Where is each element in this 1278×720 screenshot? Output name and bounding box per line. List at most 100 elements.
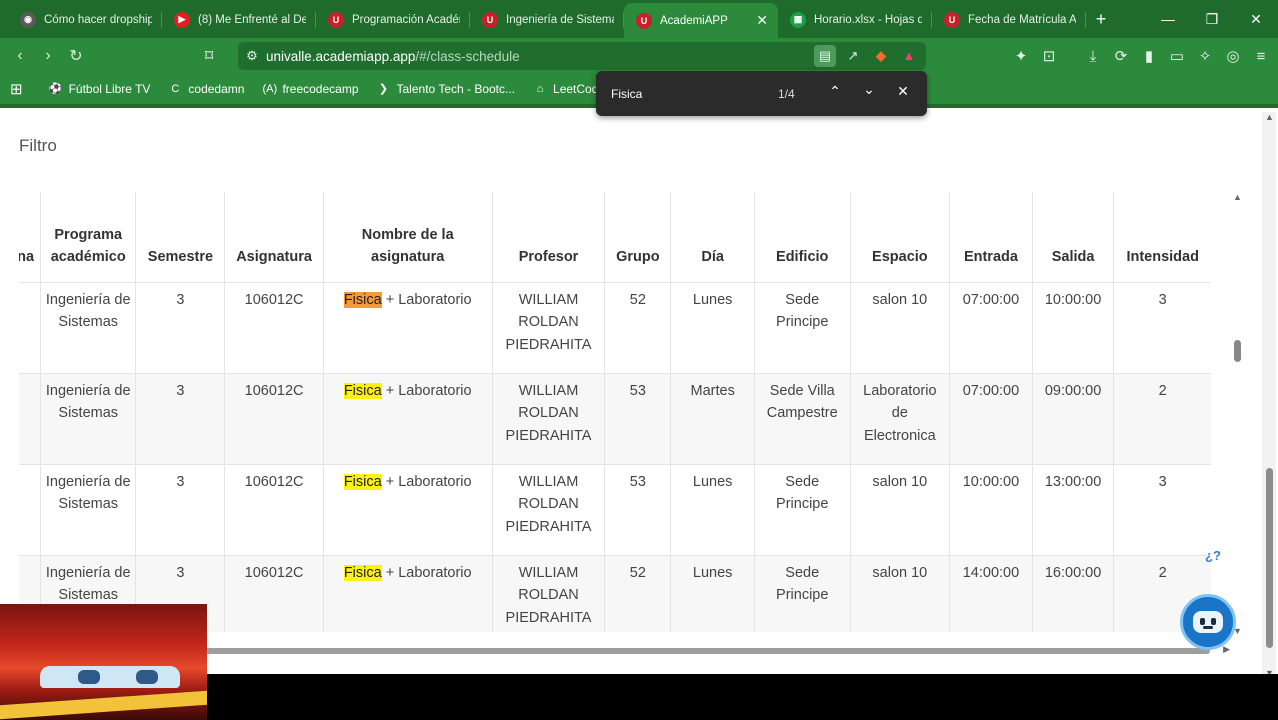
scroll-up-icon[interactable]: ▲	[1233, 192, 1242, 202]
table-horizontal-scrollbar[interactable]: ▶	[200, 644, 1230, 656]
page-scrollbar[interactable]: ▲ ▼	[1262, 112, 1276, 674]
tab-2[interactable]: U Programación Académica	[316, 3, 470, 36]
find-previous-icon[interactable]: ⌃	[825, 83, 845, 100]
reader-mode-icon[interactable]: ▤	[814, 45, 836, 67]
download-icon[interactable]: ⤓	[1084, 48, 1102, 65]
table-scroll-thumb[interactable]	[1234, 340, 1241, 362]
menu-icon[interactable]: ≡	[1252, 48, 1270, 65]
filter-label[interactable]: Filtro	[19, 136, 57, 156]
horizontal-scroll-thumb[interactable]	[200, 648, 1210, 654]
bookmark-page-icon[interactable]: ⌑	[205, 46, 213, 66]
tab-4[interactable]: U AcademiAPP ✕	[624, 3, 778, 38]
column-header[interactable]: Intensidad	[1113, 192, 1211, 282]
tab-favicon: U	[636, 12, 652, 29]
video-overlay-thumbnail	[0, 604, 207, 720]
page-content: Filtro naPrograma académicoSemestreAsign…	[0, 104, 1278, 674]
page-scroll-thumb[interactable]	[1266, 468, 1273, 648]
column-header[interactable]: Edificio	[753, 192, 851, 282]
sidebar-icon[interactable]: ▮	[1140, 47, 1158, 65]
table-cell: Fisica + Laboratorio	[322, 464, 493, 555]
table-row[interactable]: Ingeniería de Sistemas 3 106012C Fisica + L…	[19, 282, 1211, 373]
soccer-icon: ⚽	[48, 83, 63, 95]
window-controls: — ❐ ✕	[1146, 0, 1278, 38]
table-cell: 10:00:00	[1031, 282, 1114, 373]
bookmark-item[interactable]: ⌂ LeetCode	[533, 82, 605, 96]
address-bar[interactable]: ⚙ univalle.academiapp.app/#/class-schedu…	[238, 42, 926, 70]
table-cell: Sede Principe	[753, 282, 851, 373]
minimize-button[interactable]: —	[1146, 0, 1190, 38]
share-icon[interactable]: ↗	[842, 45, 864, 67]
close-window-button[interactable]: ✕	[1234, 0, 1278, 38]
tab-0[interactable]: ◉ Cómo hacer dropshipping	[8, 3, 162, 36]
column-header[interactable]: Día	[670, 192, 755, 282]
find-next-icon[interactable]: ⌄	[859, 81, 879, 98]
bookmark-item[interactable]: ⚽ Fútbol Libre TV	[49, 82, 151, 96]
table-cell: Lunes	[670, 555, 755, 632]
site-settings-icon[interactable]: ⚙	[238, 48, 266, 64]
column-header[interactable]: Grupo	[604, 192, 671, 282]
table-cell: WILLIAM ROLDAN PIEDRAHITA	[491, 282, 605, 373]
table-cell: 53	[604, 373, 671, 464]
tab-1[interactable]: ▶ (8) Me Enfrenté al Detective	[162, 3, 316, 36]
close-tab-icon[interactable]: ✕	[750, 12, 768, 29]
find-close-icon[interactable]: ✕	[893, 83, 913, 100]
maximize-button[interactable]: ❐	[1190, 0, 1234, 38]
help-icon[interactable]: ¿?	[1205, 548, 1221, 563]
course-name-rest: + Laboratorio	[381, 473, 472, 490]
column-header[interactable]: Semestre	[135, 192, 225, 282]
ai-icon[interactable]: ✧	[1196, 47, 1214, 65]
table-vertical-scrollbar[interactable]: ▲ ▼	[1233, 192, 1243, 640]
page-scroll-down-icon[interactable]: ▼	[1265, 668, 1274, 674]
search-highlight: Fisica	[343, 473, 382, 490]
column-header[interactable]: na	[19, 192, 41, 282]
extensions-icon[interactable]: ✦	[1012, 47, 1030, 65]
column-header[interactable]: Asignatura	[224, 192, 324, 282]
leo-icon[interactable]: ⟳	[1112, 47, 1130, 65]
table-cell: 106012C	[224, 373, 324, 464]
apps-grid-icon[interactable]: ⊞	[10, 80, 23, 98]
new-tab-button[interactable]: +	[1086, 3, 1116, 36]
column-header[interactable]: Profesor	[491, 192, 605, 282]
screenshot-icon[interactable]: ⊡	[1040, 47, 1058, 65]
bookmark-item[interactable]: Ccodedamn	[168, 82, 244, 96]
scroll-right-icon[interactable]: ▶	[1223, 644, 1230, 655]
bookmark-label: Fútbol Libre TV	[68, 82, 151, 96]
forward-icon[interactable]: ›	[34, 47, 62, 65]
column-header[interactable]: Espacio	[849, 192, 950, 282]
page-scroll-up-icon[interactable]: ▲	[1265, 112, 1274, 122]
tab-5[interactable]: ▦ Horario.xlsx - Hojas de cálculo	[778, 3, 932, 36]
chatbot-icon[interactable]	[1180, 594, 1236, 650]
column-header[interactable]: Nombre de la asignatura	[322, 192, 493, 282]
column-header[interactable]: Entrada	[949, 192, 1033, 282]
tab-favicon: U	[328, 11, 344, 28]
vpn-icon[interactable]: ◎	[1224, 47, 1242, 65]
brave-rewards-icon[interactable]: ▲	[898, 45, 920, 67]
reload-icon[interactable]: ↻	[62, 46, 90, 66]
table-cell: 16:00:00	[1031, 555, 1114, 632]
table-cell: 3	[135, 464, 225, 555]
schedule-table: naPrograma académicoSemestreAsignaturaNo…	[19, 192, 1211, 632]
bookmark-item[interactable]: ❯ Talento Tech - Bootc...	[377, 82, 515, 96]
tab-3[interactable]: U Ingeniería de Sistemas	[470, 3, 624, 36]
column-header[interactable]: Programa académico	[40, 192, 136, 282]
table-cell	[19, 373, 41, 464]
bookmark-item[interactable]: (A) freecodecamp	[262, 82, 358, 96]
find-match-count: 1/4	[778, 87, 795, 101]
table-cell: Ingeniería de Sistemas	[40, 464, 136, 555]
tab-favicon: ▦	[790, 11, 806, 28]
table-cell: 106012C	[224, 555, 324, 632]
table-row[interactable]: Ingeniería de Sistemas 3 106012C Fisica + L…	[19, 464, 1211, 555]
table-cell: Fisica + Laboratorio	[322, 373, 493, 464]
table-cell: salon 10	[849, 464, 950, 555]
table-row[interactable]: Ingeniería de Sistemas 3 106012C Fisica + L…	[19, 373, 1211, 464]
tab-title: (8) Me Enfrenté al Detective	[198, 13, 306, 26]
table-cell: 3	[135, 282, 225, 373]
back-icon[interactable]: ‹	[6, 47, 34, 65]
tab-6[interactable]: U Fecha de Matrícula Académica	[932, 3, 1086, 36]
brave-shields-icon[interactable]: ◆	[870, 45, 892, 67]
tab-strip: ◉ Cómo hacer dropshipping ▶ (8) Me Enfrenté…	[0, 0, 1278, 38]
table-cell: Ingeniería de Sistemas	[40, 373, 136, 464]
find-input[interactable]: Fisica	[611, 87, 642, 101]
column-header[interactable]: Salida	[1031, 192, 1114, 282]
wallet-icon[interactable]: ▭	[1168, 47, 1186, 65]
